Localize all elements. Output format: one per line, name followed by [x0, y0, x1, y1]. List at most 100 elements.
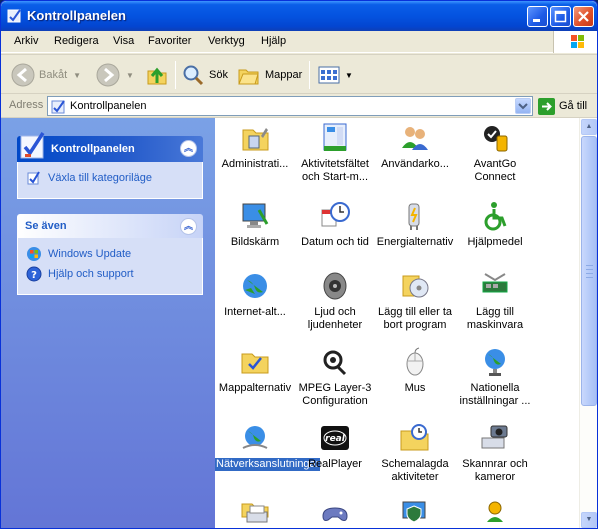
forward-dropdown-icon[interactable]: ▼: [126, 71, 134, 80]
menu-arkiv[interactable]: Arkiv: [14, 35, 38, 47]
help-support-label: Hjälp och support: [48, 268, 134, 280]
menu-verktyg[interactable]: Verktyg: [208, 35, 245, 47]
collapse-chevron-icon[interactable]: ︽: [180, 140, 197, 157]
forward-arrow-icon: [96, 63, 120, 87]
title-bar[interactable]: Kontrollpanelen: [1, 1, 597, 31]
views-button[interactable]: ▼: [317, 61, 353, 89]
folders-icon: [238, 69, 259, 85]
back-arrow-icon: [11, 63, 35, 87]
item-system[interactable]: [455, 498, 535, 528]
menu-hjalp[interactable]: Hjälp: [261, 35, 286, 47]
item-accessibility[interactable]: Hjälpmedel: [455, 200, 535, 249]
item-folder-options[interactable]: Mappalternativ: [215, 346, 295, 395]
system-icon: [487, 501, 503, 522]
item-power-options[interactable]: Energialternativ: [375, 200, 455, 249]
item-mpeg-layer3[interactable]: MPEG Layer-3 Configuration: [295, 346, 375, 408]
switch-category-view-label: Växla till kategoriläge: [48, 172, 152, 184]
item-regional-settings[interactable]: Nationella inställningar ...: [455, 346, 535, 408]
control-panel-box-body: Växla till kategoriläge: [17, 162, 203, 199]
mouse-icon: [406, 347, 424, 376]
taskbar-icon: [323, 123, 347, 151]
date-time-icon: [321, 202, 350, 227]
security-center-icon: [402, 501, 426, 523]
menu-visa[interactable]: Visa: [113, 35, 134, 47]
realplayer-icon: real: [321, 426, 349, 450]
back-label: Bakåt: [39, 69, 68, 81]
see-also-box-header[interactable]: Se även ︽: [17, 214, 203, 238]
control-panel-large-icon: [20, 132, 45, 159]
close-button[interactable]: [573, 6, 594, 27]
minimize-icon: [533, 19, 540, 22]
item-printers-faxes[interactable]: [215, 498, 295, 528]
scroll-down-button[interactable]: ▼: [581, 512, 597, 528]
address-bar: Adress Kontrollpanelen Gå till: [1, 94, 597, 118]
windows-update-link[interactable]: Windows Update: [26, 244, 194, 264]
item-scheduled-tasks[interactable]: Schemalagda aktiviteter: [375, 422, 455, 484]
item-avantgo-connect[interactable]: AvantGo Connect: [455, 122, 535, 184]
go-button[interactable]: Gå till: [538, 97, 587, 115]
item-network-connections[interactable]: Nätverksanslutningar: [215, 422, 321, 471]
address-label: Adress: [9, 99, 44, 111]
menu-redigera[interactable]: Redigera: [54, 35, 99, 47]
network-connections-icon: [242, 426, 268, 449]
windows-logo: [553, 31, 597, 53]
mpeg-icon: [323, 350, 347, 376]
address-field[interactable]: Kontrollpanelen: [47, 96, 533, 116]
printer-icon: [241, 503, 269, 523]
item-display[interactable]: Bildskärm: [215, 200, 295, 249]
toolbar: Bakåt ▼ ▼ Sök Mappar ▼: [1, 54, 597, 94]
admin-tools-icon: [242, 128, 269, 151]
switch-category-view-link[interactable]: Växla till kategoriläge: [26, 168, 194, 188]
item-date-time[interactable]: Datum och tid: [295, 200, 375, 249]
views-dropdown-icon[interactable]: ▼: [345, 71, 353, 80]
item-scanners-cameras[interactable]: Skannrar och kameror: [455, 422, 535, 484]
display-icon: [242, 203, 269, 228]
address-dropdown-button[interactable]: [515, 98, 531, 114]
see-also-box-body: Windows Update ? Hjälp och support: [17, 238, 203, 295]
item-add-remove-programs[interactable]: Lägg till eller ta bort program: [375, 270, 455, 332]
item-taskbar-start-menu[interactable]: Aktivitetsfältet och Start-m...: [295, 122, 375, 184]
item-internet-options[interactable]: Internet-alt...: [215, 270, 295, 319]
back-button[interactable]: Bakåt ▼: [11, 61, 81, 89]
maximize-icon: [554, 10, 567, 23]
panel-title: Se även: [25, 220, 67, 232]
windows-update-label: Windows Update: [48, 248, 132, 260]
collapse-chevron-icon[interactable]: ︽: [180, 218, 197, 235]
scroll-thumb[interactable]: [581, 136, 597, 406]
item-add-hardware[interactable]: Lägg till maskinvara: [455, 270, 535, 332]
control-panel-icon: [51, 100, 65, 114]
minimize-button[interactable]: [527, 6, 548, 27]
scroll-up-button[interactable]: ▲: [581, 119, 597, 135]
grip-line: [586, 265, 593, 266]
see-also-box: Se även ︽ Windows Update ? Hjälp och sup…: [17, 214, 203, 295]
chevron-down-icon: [518, 103, 528, 110]
item-game-controllers[interactable]: [295, 498, 375, 528]
scanner-camera-icon: [481, 425, 508, 449]
toolbar-separator: [309, 61, 310, 89]
item-mouse[interactable]: Mus: [375, 346, 455, 395]
task-pane: Kontrollpanelen ︽ Växla till kategoriläg…: [1, 118, 215, 528]
vertical-scrollbar[interactable]: ▲ ▼: [579, 118, 597, 528]
grip-line: [586, 277, 593, 278]
up-folder-button[interactable]: [145, 61, 173, 89]
go-arrow-icon: [538, 97, 555, 115]
menu-favoriter[interactable]: Favoriter: [148, 35, 191, 47]
item-user-accounts[interactable]: Användarko...: [375, 122, 455, 171]
item-realplayer[interactable]: real RealPlayer: [295, 422, 375, 471]
toolbar-separator: [175, 61, 176, 89]
item-administrative-tools[interactable]: Administrati...: [215, 122, 295, 171]
svg-text:?: ?: [31, 270, 37, 281]
item-security-center[interactable]: [375, 498, 455, 528]
search-button[interactable]: Sök: [181, 61, 228, 89]
grip-line: [586, 273, 593, 274]
back-dropdown-icon[interactable]: ▼: [73, 71, 81, 80]
help-support-link[interactable]: ? Hjälp och support: [26, 264, 194, 284]
forward-button[interactable]: ▼: [96, 61, 134, 89]
views-icon: [318, 66, 340, 84]
folders-button[interactable]: Mappar: [237, 61, 302, 89]
item-sound-audio[interactable]: Ljud och ljudenheter: [295, 270, 375, 332]
maximize-button[interactable]: [550, 6, 571, 27]
svg-text:real: real: [325, 434, 346, 444]
category-view-icon: [27, 171, 40, 185]
control-panel-box-header[interactable]: Kontrollpanelen ︽: [17, 132, 203, 162]
